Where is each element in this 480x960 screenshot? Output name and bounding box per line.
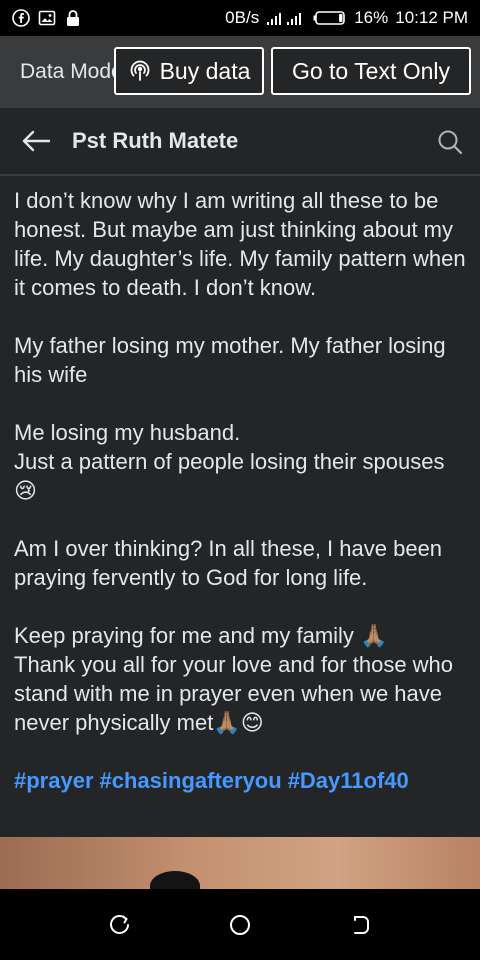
status-left-icons bbox=[12, 9, 82, 27]
back-button[interactable] bbox=[0, 107, 72, 175]
facebook-icon bbox=[12, 9, 30, 27]
data-mode-label: Data Mode bbox=[20, 60, 123, 83]
status-bar: 0B/s 16% 10:12 PM bbox=[0, 0, 480, 36]
battery-percent: 16% bbox=[354, 8, 389, 27]
home-icon[interactable] bbox=[226, 911, 254, 939]
system-nav-bar bbox=[0, 889, 480, 960]
text-only-label: Go to Text Only bbox=[291, 57, 451, 84]
photo-subject bbox=[150, 871, 200, 889]
status-right: 0B/s 16% 10:12 PM bbox=[225, 8, 468, 28]
buy-data-label: Buy data bbox=[159, 57, 251, 84]
back-nav-icon[interactable] bbox=[346, 911, 374, 939]
post-paragraph: Am I over thinking? In all these, I have… bbox=[14, 536, 443, 590]
post-paragraph: I don’t know why I am writing all these … bbox=[14, 188, 466, 300]
back-arrow-icon bbox=[22, 130, 50, 152]
buy-data-button[interactable]: Buy data bbox=[114, 47, 264, 95]
lock-icon bbox=[64, 9, 82, 27]
text-only-button[interactable]: Go to Text Only bbox=[271, 47, 471, 95]
hashtag-link[interactable]: #prayer bbox=[14, 766, 94, 795]
post-paragraph: Keep praying for me and my family 🙏🏽 Tha… bbox=[14, 623, 454, 735]
page-title: Pst Ruth Matete bbox=[72, 128, 239, 153]
post-paragraph: Me losing my husband. Just a pattern of … bbox=[14, 420, 445, 503]
post-paragraph: My father losing my mother. My father lo… bbox=[14, 333, 446, 387]
post-body: I don’t know why I am writing all these … bbox=[0, 178, 480, 795]
net-speed: 0B/s bbox=[225, 8, 260, 27]
clock: 10:12 PM bbox=[395, 8, 468, 27]
hashtag-link[interactable]: #chasingafteryou bbox=[100, 766, 282, 795]
battery-icon bbox=[313, 9, 347, 27]
data-mode-bar: Data Mode Buy data Go to Text Only bbox=[0, 36, 480, 108]
broadcast-icon bbox=[128, 59, 152, 83]
recents-icon[interactable] bbox=[106, 911, 134, 939]
hashtag-link[interactable]: #Day11of40 bbox=[288, 766, 409, 795]
image-icon bbox=[38, 9, 56, 27]
signal-icon bbox=[266, 9, 306, 27]
profile-header: Pst Ruth Matete bbox=[0, 108, 480, 176]
search-icon[interactable] bbox=[436, 128, 464, 156]
hashtags: #prayer #chasingafteryou #Day11of40 bbox=[14, 766, 466, 795]
post-photo[interactable] bbox=[0, 837, 480, 889]
